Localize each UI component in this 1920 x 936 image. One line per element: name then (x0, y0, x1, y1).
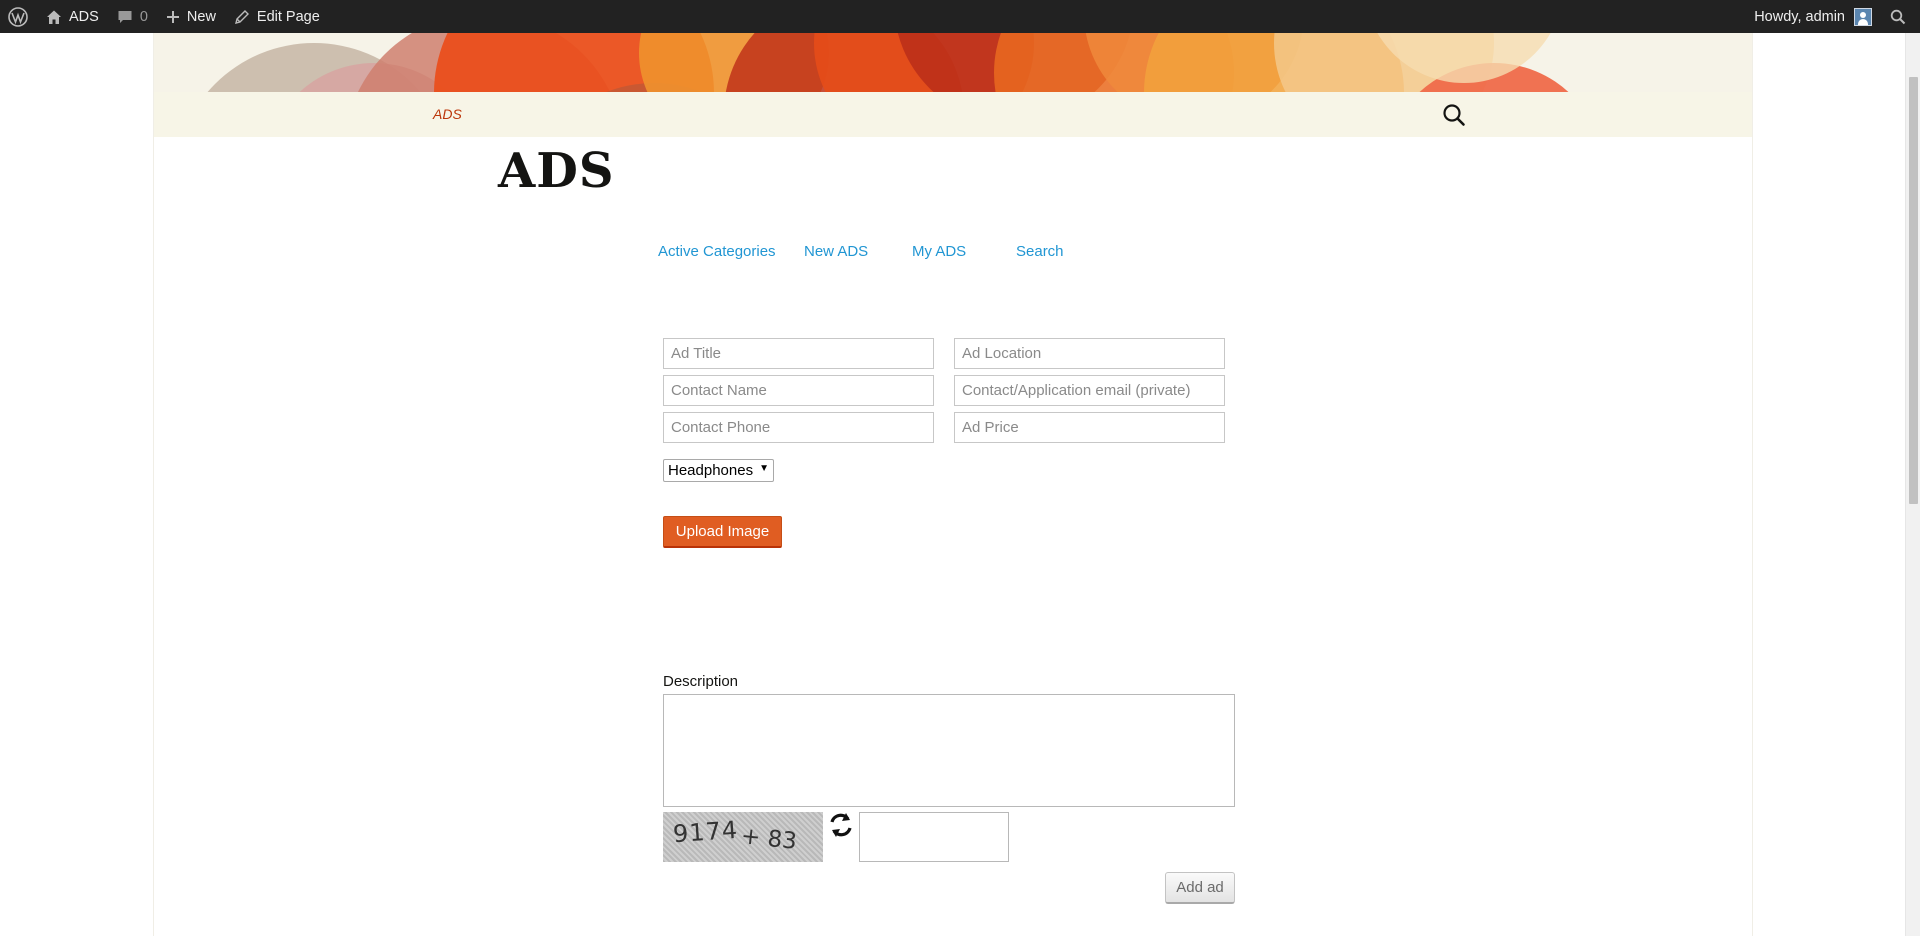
ad-title-input[interactable] (663, 338, 934, 369)
site-name-label: ADS (69, 8, 99, 25)
home-icon (47, 10, 61, 24)
contact-phone-input[interactable] (663, 412, 934, 443)
edit-page-label: Edit Page (256, 8, 320, 25)
avatar (1854, 7, 1872, 26)
contact-email-input[interactable] (954, 375, 1225, 406)
admin-bar: ADS 0 New Edit Page Howdy, admin (0, 0, 1920, 33)
subnav-active-categories[interactable]: Active Categories (658, 243, 776, 260)
my-account-link[interactable]: Howdy, admin (1745, 0, 1881, 33)
pencil-icon (234, 9, 249, 24)
primary-navigation: ADS (154, 92, 1752, 137)
category-selected-value: Headphones (668, 462, 754, 479)
dropdown-arrow-icon: ▼ (759, 463, 769, 474)
subnav-new-ads[interactable]: New ADS (804, 243, 868, 260)
wordpress-logo-button[interactable] (0, 0, 37, 33)
new-label: New (186, 8, 216, 25)
comment-icon (118, 10, 132, 23)
edit-page-link[interactable]: Edit Page (225, 0, 329, 33)
scrollbar-thumb[interactable] (1909, 77, 1918, 504)
description-textarea[interactable] (663, 694, 1235, 807)
search-icon (1890, 9, 1906, 24)
greeting-text: Howdy, admin (1754, 8, 1845, 25)
subnav-my-ads[interactable]: My ADS (912, 243, 966, 260)
search-icon[interactable] (1441, 102, 1467, 128)
page-title: ADS (498, 143, 615, 199)
subnav-search[interactable]: Search (1016, 243, 1064, 260)
adminbar-search-button[interactable] (1881, 0, 1920, 33)
comments-link[interactable]: 0 (108, 0, 157, 33)
add-ad-button[interactable]: Add ad (1165, 872, 1235, 904)
category-select[interactable]: Headphones ▼ (663, 459, 774, 482)
wordpress-icon (8, 6, 28, 27)
upload-image-button[interactable]: Upload Image (663, 516, 782, 548)
captcha-answer-input[interactable] (859, 812, 1009, 862)
page-scrollbar[interactable] (1905, 33, 1920, 936)
site-name-link[interactable]: ADS (37, 0, 108, 33)
captcha-text-part2: + 83 (739, 823, 799, 855)
refresh-icon[interactable] (826, 810, 856, 840)
captcha-image: 9174 + 83 (663, 812, 823, 862)
header-banner-image (154, 33, 1752, 92)
nav-item-ads[interactable]: ADS (433, 106, 462, 122)
ad-price-input[interactable] (954, 412, 1225, 443)
contact-name-input[interactable] (663, 375, 934, 406)
plus-icon (166, 10, 179, 23)
comments-count: 0 (139, 8, 148, 25)
description-label: Description (663, 673, 739, 690)
captcha-text-part1: 9174 (672, 815, 739, 849)
new-content-link[interactable]: New (157, 0, 225, 33)
header-circles-graphic (207, 33, 1569, 92)
ad-location-input[interactable] (954, 338, 1225, 369)
